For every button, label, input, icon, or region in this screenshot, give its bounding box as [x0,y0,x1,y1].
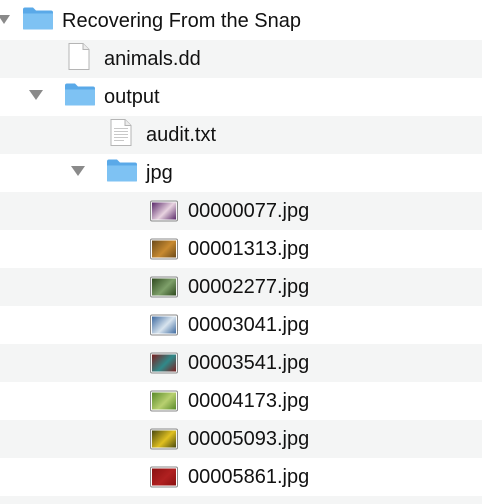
tree-item-label: output [104,86,160,108]
tree-row-audit-txt[interactable]: audit.txt [0,116,482,154]
file-icon [68,43,90,76]
tree-row-image[interactable]: 00005861.jpg [0,458,482,496]
tree-row-image[interactable]: 00003041.jpg [0,306,482,344]
disclosure-triangle-expanded-icon[interactable] [0,12,10,30]
thumbnail-fill [152,392,176,410]
tree-item-label: 00005861.jpg [188,466,310,488]
tree-row-image[interactable]: 00005093.jpg [0,420,482,458]
tree-item-label: 00000077.jpg [188,200,310,222]
thumbnail-fill [152,430,176,448]
image-thumbnail-icon [150,467,178,488]
tree-item-label: animals.dd [104,48,201,70]
image-thumbnail-icon [150,429,178,450]
folder-icon [64,83,96,112]
tree-item-label: 00005093.jpg [188,428,310,450]
tree-item-label: 00003041.jpg [188,314,310,336]
tree-row-image[interactable]: 00004173.jpg [0,382,482,420]
disclosure-triangle-expanded-icon[interactable] [71,164,85,182]
tree-item-label: 00003541.jpg [188,352,310,374]
tree-item-label: Recovering From the Snap [62,10,302,32]
tree-row-empty [0,496,482,504]
disclosure-triangle-expanded-icon[interactable] [29,88,43,106]
tree-item-label: 00001313.jpg [188,238,310,260]
file-tree: Recovering From the Snap animals.dd outp… [0,0,482,504]
tree-item-label: 00002277.jpg [188,276,310,298]
tree-row-output[interactable]: output [0,78,482,116]
tree-row-image[interactable]: 00003541.jpg [0,344,482,382]
tree-row-image[interactable]: 00001313.jpg [0,230,482,268]
thumbnail-fill [152,202,176,220]
image-thumbnail-icon [150,315,178,336]
tree-row-animals-dd[interactable]: animals.dd [0,40,482,78]
text-file-icon [110,119,132,152]
thumbnail-fill [152,468,176,486]
thumbnail-fill [152,278,176,296]
image-thumbnail-icon [150,391,178,412]
tree-item-label: jpg [146,162,173,184]
thumbnail-fill [152,240,176,258]
folder-icon [106,159,138,188]
folder-icon [22,7,54,36]
tree-item-label: audit.txt [146,124,217,146]
tree-row-root[interactable]: Recovering From the Snap [0,2,482,40]
image-thumbnail-icon [150,239,178,260]
image-thumbnail-icon [150,353,178,374]
image-thumbnail-icon [150,277,178,298]
tree-row-image[interactable]: 00002277.jpg [0,268,482,306]
tree-row-image[interactable]: 00000077.jpg [0,192,482,230]
tree-item-label: 00004173.jpg [188,390,310,412]
thumbnail-fill [152,354,176,372]
thumbnail-fill [152,316,176,334]
tree-row-jpg[interactable]: jpg [0,154,482,192]
image-thumbnail-icon [150,201,178,222]
